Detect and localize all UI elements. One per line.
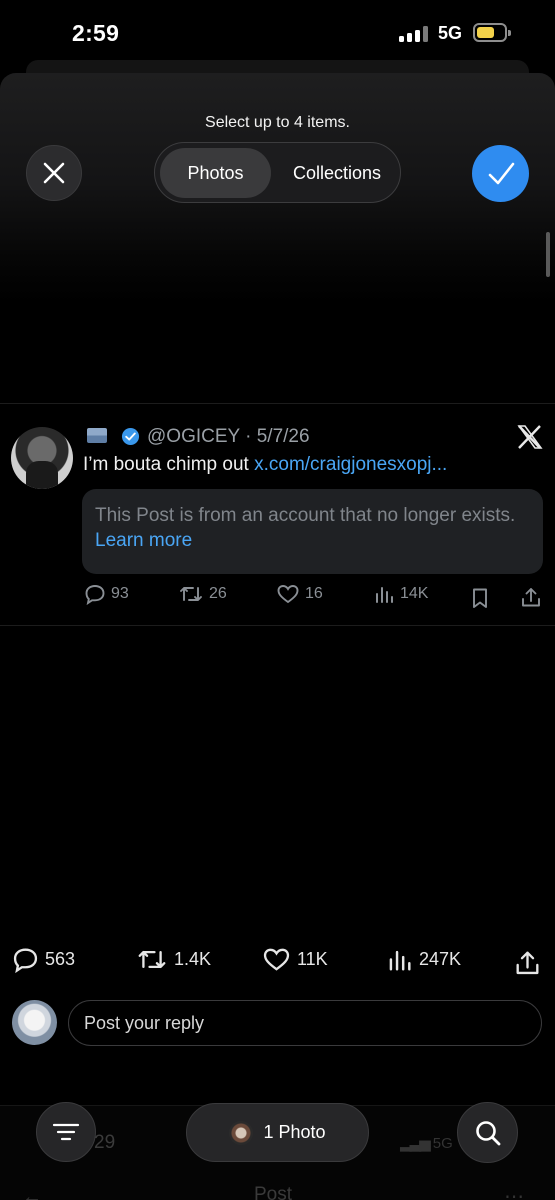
main-repost-action[interactable]: 1.4K [136,946,211,973]
share-icon[interactable] [520,586,542,608]
selection-label: 1 Photo [263,1122,326,1142]
tab-photos[interactable]: Photos [160,148,271,198]
search-icon [475,1120,500,1145]
views-icon [376,587,393,603]
background-title: Post [254,1184,293,1200]
reply-icon [13,948,38,973]
like-count: 16 [305,585,323,602]
notice-text: This Post is from an account that no lon… [95,505,516,526]
bookmark-icon[interactable] [470,587,490,609]
select-hint: Select up to 4 items. [205,114,350,131]
signal-icon [399,26,429,42]
avatar [12,1000,57,1045]
unavailable-post-notice: This Post is from an account that no lon… [82,489,543,574]
close-button[interactable] [26,145,82,201]
heart-icon [277,585,299,604]
like-action[interactable]: 16 [276,583,323,605]
verified-badge-icon [121,427,140,446]
reply-composer: Post your reply [0,998,555,1050]
main-post-action-bar: 563 1.4K 11K 247K [0,946,555,982]
views-count: 14K [400,585,429,602]
repost-action[interactable]: 26 [178,583,227,605]
learn-more-link[interactable]: Learn more [95,530,192,551]
share-icon[interactable] [514,949,541,976]
heart-icon [263,948,290,971]
embedded-post[interactable]: @OGICEY · 5/7/26 I’m bouta chimp out x.c… [0,403,555,626]
more-icon: ⋯ [504,1186,524,1200]
tab-collections[interactable]: Collections [277,148,397,198]
background-signal-icon: ▂▃▅ [400,1135,431,1152]
repost-icon [138,950,166,969]
reply-action[interactable]: 93 [84,583,129,605]
background-status: ▂▃▅ 5G [400,1134,453,1152]
post-action-bar: 93 26 16 14K [0,583,555,613]
background-status-label: 5G [432,1135,453,1152]
main-views-count: 247K [419,949,462,969]
x-logo-icon [517,425,543,449]
post-handle: @OGICEY · 5/7/26 [147,426,310,447]
views-icon [389,950,411,971]
back-arrow-icon: ← [22,1186,42,1200]
repost-count: 26 [209,585,227,602]
filter-button[interactable] [36,1102,96,1162]
main-repost-count: 1.4K [174,949,212,969]
reply-input[interactable]: Post your reply [68,1000,542,1046]
avatar[interactable] [11,427,73,489]
main-like-count: 11K [297,949,328,969]
reply-icon [85,585,105,605]
reply-count: 93 [111,585,129,602]
selected-photo-thumbnail [229,1120,254,1145]
post-text-body: I’m bouta chimp out [83,454,255,475]
close-icon [43,162,65,184]
views-action[interactable]: 14K [373,583,428,605]
confirm-button[interactable] [472,145,529,202]
post-link[interactable]: x.com/craigjonesxopj... [254,454,447,475]
main-reply-action[interactable]: 563 [12,946,75,973]
post-text: I’m bouta chimp out x.com/craigjonesxopj… [83,454,447,476]
main-views-action[interactable]: 247K [386,946,461,973]
status-time: 2:59 [72,20,120,46]
scroll-indicator[interactable] [546,232,550,277]
network-label: 5G [438,23,463,43]
repost-icon [180,587,202,601]
search-button[interactable] [457,1102,518,1163]
source-segmented-control: Photos Collections [154,142,401,203]
checkmark-icon [488,162,514,184]
flag-icon [87,428,107,443]
battery-icon [473,23,511,42]
filter-icon [52,1123,80,1141]
main-reply-count: 563 [45,949,76,969]
main-like-action[interactable]: 11K [262,946,328,973]
background-count: 29 [94,1132,116,1153]
status-bar: 2:59 5G [0,0,555,66]
picker-header: Select up to 4 items. Photos Collections [0,73,555,213]
selection-count-button[interactable]: 1 Photo [186,1103,369,1162]
